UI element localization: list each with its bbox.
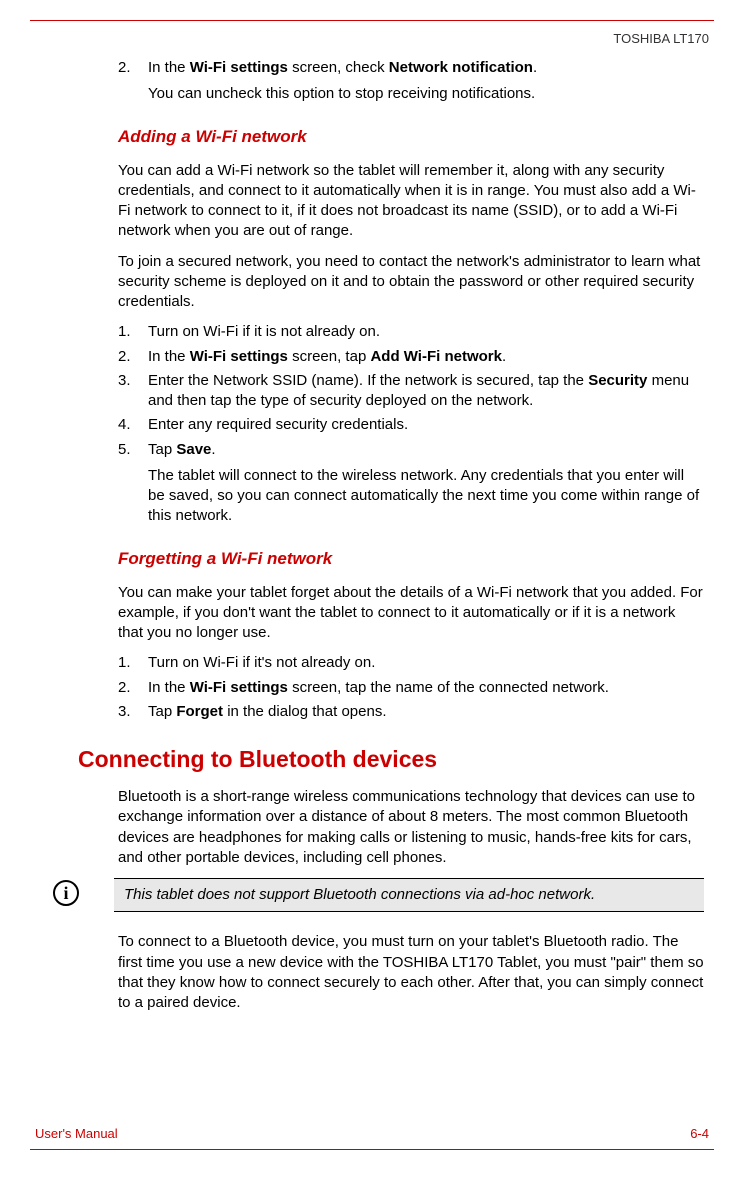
step-text: In the Wi-Fi settings screen, tap Add Wi…	[148, 347, 704, 367]
note-block: i This tablet does not support Bluetooth…	[53, 878, 704, 912]
text-fragment: Tap	[148, 703, 176, 720]
list-item: 3. Enter the Network SSID (name). If the…	[118, 371, 704, 412]
list-item: 5. Tap Save.	[118, 440, 704, 460]
text-fragment: screen, tap the name of the connected ne…	[288, 679, 609, 696]
text-fragment: in the dialog that opens.	[223, 703, 386, 720]
info-icon: i	[53, 880, 79, 906]
list-item: 2. In the Wi-Fi settings screen, check N…	[118, 58, 704, 78]
text-fragment: Tap	[148, 441, 176, 458]
step-text: Tap Save.	[148, 440, 704, 460]
step-text: Enter the Network SSID (name). If the ne…	[148, 371, 704, 412]
bold-text: Wi-Fi settings	[190, 348, 288, 365]
step-number: 3.	[118, 702, 148, 722]
page-wrapper: TOSHIBA LT170 2. In the Wi-Fi settings s…	[30, 20, 714, 1150]
step-text: Turn on Wi-Fi if it is not already on.	[148, 322, 704, 342]
text-fragment: .	[211, 441, 215, 458]
bold-text: Add Wi-Fi network	[370, 348, 502, 365]
heading-bluetooth: Connecting to Bluetooth devices	[78, 746, 704, 773]
list-item: 2. In the Wi-Fi settings screen, tap Add…	[118, 347, 704, 367]
list-item: 1. Turn on Wi-Fi if it is not already on…	[118, 322, 704, 342]
list-item: 1. Turn on Wi-Fi if it's not already on.	[118, 653, 704, 673]
heading-adding-wifi: Adding a Wi-Fi network	[118, 127, 704, 147]
bold-text: Forget	[176, 703, 223, 720]
list-item: 2. In the Wi-Fi settings screen, tap the…	[118, 678, 704, 698]
heading-forgetting-wifi: Forgetting a Wi-Fi network	[118, 549, 704, 569]
step-text: In the Wi-Fi settings screen, check Netw…	[148, 58, 704, 78]
step-number: 2.	[118, 678, 148, 698]
note-text: This tablet does not support Bluetooth c…	[114, 878, 704, 912]
step-subtext: You can uncheck this option to stop rece…	[148, 84, 704, 104]
step-text: Tap Forget in the dialog that opens.	[148, 702, 704, 722]
list-item: 3. Tap Forget in the dialog that opens.	[118, 702, 704, 722]
bold-text: Wi-Fi settings	[190, 59, 288, 76]
text-fragment: In the	[148, 348, 190, 365]
text-fragment: .	[502, 348, 506, 365]
step-subtext: The tablet will connect to the wireless …	[148, 466, 704, 527]
footer-left: User's Manual	[35, 1126, 118, 1141]
step-number: 4.	[118, 415, 148, 435]
footer: User's Manual 6-4	[30, 1126, 714, 1141]
step-number: 3.	[118, 371, 148, 412]
text-fragment: In the	[148, 679, 190, 696]
footer-right: 6-4	[690, 1126, 709, 1141]
text-fragment: screen, check	[288, 59, 389, 76]
step-number: 5.	[118, 440, 148, 460]
step-text: Turn on Wi-Fi if it's not already on.	[148, 653, 704, 673]
step-number: 2.	[118, 58, 148, 78]
paragraph: Bluetooth is a short-range wireless comm…	[118, 787, 704, 868]
step-text: In the Wi-Fi settings screen, tap the na…	[148, 678, 704, 698]
step-number: 1.	[118, 322, 148, 342]
paragraph: To connect to a Bluetooth device, you mu…	[118, 932, 704, 1013]
text-fragment: In the	[148, 59, 190, 76]
bold-text: Wi-Fi settings	[190, 679, 288, 696]
bold-text: Security	[588, 372, 647, 389]
content-area: 2. In the Wi-Fi settings screen, check N…	[30, 58, 714, 1013]
paragraph: To join a secured network, you need to c…	[118, 252, 704, 313]
header-product: TOSHIBA LT170	[30, 31, 714, 46]
bold-text: Network notification	[389, 59, 533, 76]
step-number: 2.	[118, 347, 148, 367]
step-number: 1.	[118, 653, 148, 673]
text-fragment: Enter the Network SSID (name). If the ne…	[148, 372, 588, 389]
text-fragment: screen, tap	[288, 348, 371, 365]
paragraph: You can add a Wi-Fi network so the table…	[118, 161, 704, 242]
step-text: Enter any required security credentials.	[148, 415, 704, 435]
text-fragment: .	[533, 59, 537, 76]
paragraph: You can make your tablet forget about th…	[118, 583, 704, 644]
list-item: 4. Enter any required security credentia…	[118, 415, 704, 435]
bold-text: Save	[176, 441, 211, 458]
